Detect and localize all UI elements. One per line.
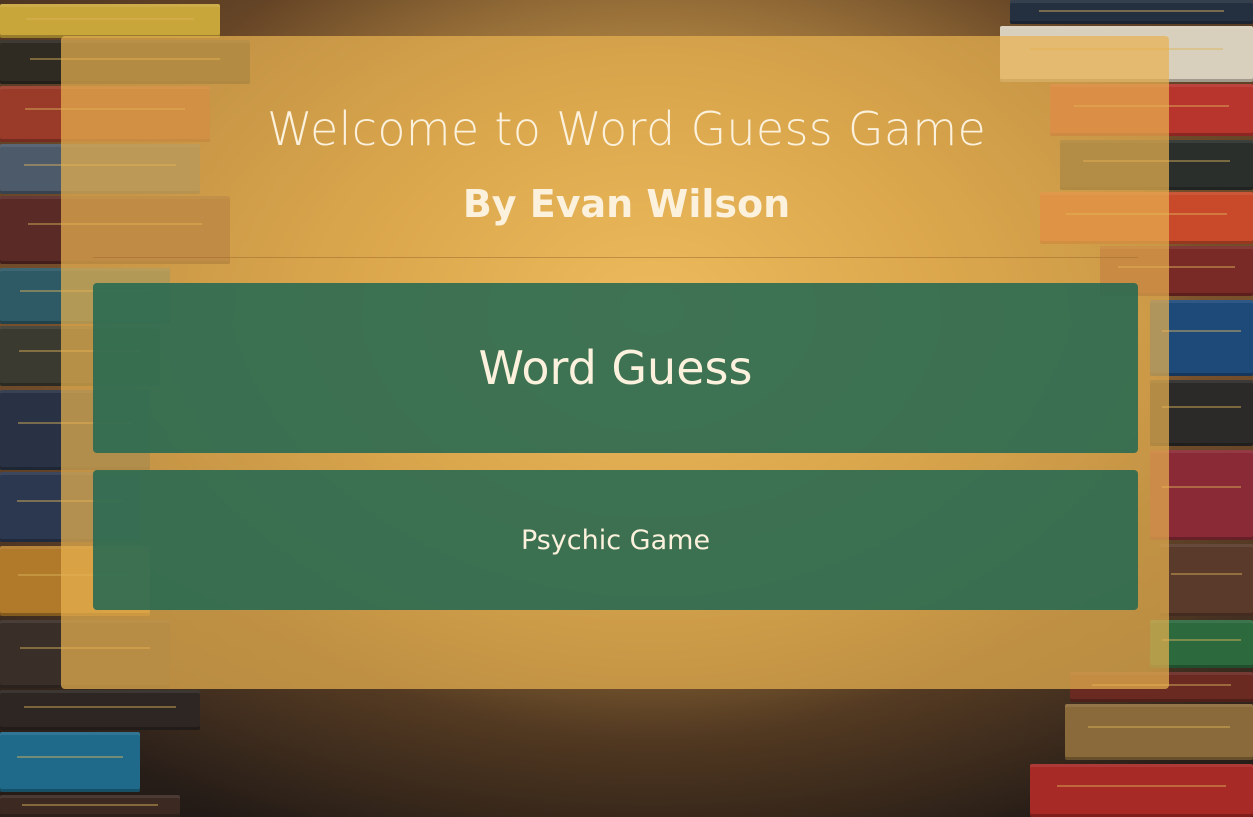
word-guess-label: Word Guess bbox=[478, 341, 753, 395]
author-subtitle: By Evan Wilson bbox=[462, 182, 791, 226]
book-spine bbox=[1160, 544, 1253, 616]
page-title: Welcome to Word Guess Game bbox=[266, 102, 987, 156]
book-spine bbox=[1030, 764, 1253, 817]
word-guess-button[interactable]: Word Guess bbox=[93, 283, 1138, 453]
book-spine bbox=[1065, 704, 1253, 760]
psychic-game-label: Psychic Game bbox=[520, 524, 711, 556]
psychic-game-button[interactable]: Psychic Game bbox=[93, 470, 1138, 610]
book-spine bbox=[1010, 0, 1253, 24]
divider bbox=[93, 257, 1138, 258]
